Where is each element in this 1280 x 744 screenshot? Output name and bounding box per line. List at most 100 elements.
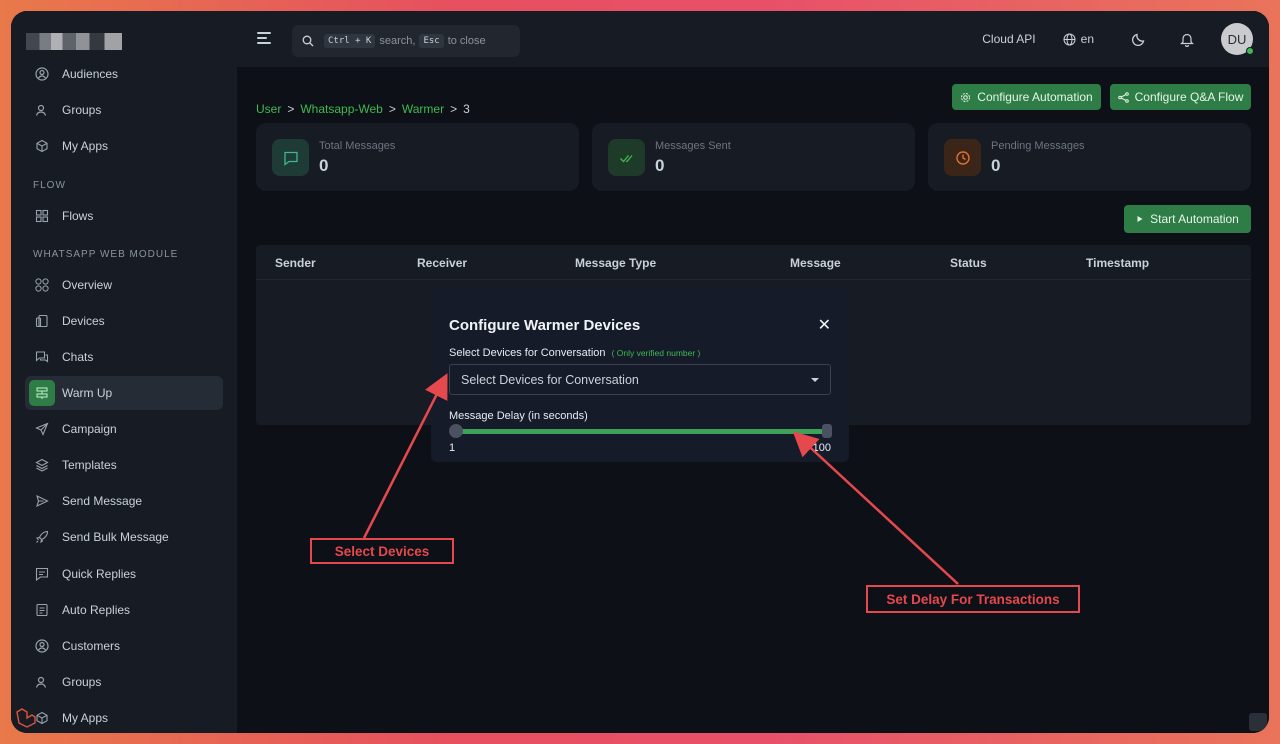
bell-icon[interactable] (1180, 32, 1194, 47)
sidebar-item-campaign[interactable]: Campaign (25, 412, 223, 446)
user-circle-icon (35, 67, 49, 81)
breadcrumb-item[interactable]: Whatsapp-Web (300, 102, 382, 116)
sidebar-item-label: Auto Replies (62, 603, 131, 617)
brand-logo[interactable] (26, 33, 122, 50)
search-icon (302, 35, 314, 47)
clock-icon (944, 139, 981, 176)
section-label-flow: FLOW (33, 180, 66, 191)
topbar-right: Cloud API en DU (982, 11, 1269, 67)
overview-icon (35, 278, 49, 292)
button-label: Configure Q&A Flow (1134, 90, 1244, 104)
sidebar-item-label: Customers (62, 639, 121, 653)
warmup-icon (29, 380, 55, 406)
column-header[interactable]: Status (950, 256, 987, 270)
column-header[interactable]: Message (790, 256, 841, 270)
message-icon (272, 139, 309, 176)
globe-icon (1063, 33, 1076, 46)
sidebar-item-label: My Apps (62, 139, 109, 153)
sidebar-item-templates[interactable]: Templates (25, 448, 223, 482)
breadcrumb-current: 3 (463, 102, 470, 116)
section-label-whatsapp: WHATSAPP WEB MODULE (33, 249, 179, 260)
menu-toggle-icon[interactable] (257, 32, 271, 44)
slider-min-handle[interactable] (449, 424, 463, 438)
sidebar-item-my-apps-2[interactable]: My Apps (25, 701, 223, 733)
breadcrumb-item[interactable]: Warmer (402, 102, 444, 116)
column-header[interactable]: Sender (275, 256, 316, 270)
devices-select-placeholder: Select Devices for Conversation (461, 372, 639, 387)
sidebar-item-label: Overview (62, 278, 113, 292)
sidebar-item-customers[interactable]: Customers (25, 629, 223, 663)
callout-select-devices: Select Devices (310, 538, 454, 564)
topbar: Ctrl + K search, Esc to close Cloud API … (237, 11, 1269, 67)
search-hint: search, (379, 35, 416, 47)
sidebar-item-warm-up[interactable]: Warm Up (25, 376, 223, 410)
sidebar-item-label: Campaign (62, 422, 117, 436)
layers-icon (35, 458, 49, 472)
double-check-icon (608, 139, 645, 176)
stat-label: Total Messages (319, 140, 396, 152)
stat-value: 0 (319, 156, 329, 175)
sidebar-item-send-bulk-message[interactable]: Send Bulk Message (25, 520, 223, 554)
shortcut-key: Esc (419, 34, 444, 48)
close-icon[interactable]: ✕ (818, 315, 831, 335)
sidebar-item-send-message[interactable]: Send Message (25, 484, 223, 518)
stat-card-pending-messages: Pending Messages 0 (928, 123, 1251, 191)
column-header[interactable]: Timestamp (1086, 256, 1149, 270)
stat-value: 0 (991, 156, 1001, 175)
sidebar-item-label: Quick Replies (62, 567, 137, 581)
chevron-down-icon (811, 378, 819, 382)
send-arrow-icon (35, 422, 49, 436)
sidebar-item-quick-replies[interactable]: Quick Replies (25, 557, 223, 591)
delay-max-value: 100 (812, 442, 831, 454)
configure-warmer-modal: Configure Warmer Devices ✕ Select Device… (431, 289, 849, 462)
breadcrumb: User > Whatsapp-Web > Warmer >3 (256, 102, 470, 116)
devices-field-label: Select Devices for Conversation ( Only v… (449, 347, 700, 359)
play-send-icon (35, 494, 49, 508)
breadcrumb-item[interactable]: User (256, 102, 281, 116)
table-header: Sender Receiver Message Type Message Sta… (256, 245, 1251, 280)
moon-icon[interactable] (1132, 32, 1146, 46)
avatar-initials: DU (1227, 31, 1247, 47)
devices-select[interactable]: Select Devices for Conversation (449, 364, 831, 395)
stat-card-messages-sent: Messages Sent 0 (592, 123, 915, 191)
sidebar-item-groups-2[interactable]: Groups (25, 665, 223, 699)
stat-card-total-messages: Total Messages 0 (256, 123, 579, 191)
stat-value: 0 (655, 156, 665, 175)
sidebar-item-devices[interactable]: Devices (25, 304, 223, 338)
start-automation-button[interactable]: Start Automation (1124, 205, 1251, 233)
users-icon (35, 675, 49, 689)
callout-set-delay: Set Delay For Transactions (866, 585, 1080, 613)
stat-label: Messages Sent (655, 140, 731, 152)
sidebar-item-auto-replies[interactable]: Auto Replies (25, 593, 223, 627)
column-header[interactable]: Receiver (417, 256, 467, 270)
cloud-api-link[interactable]: Cloud API (982, 32, 1035, 46)
sidebar-item-label: Groups (62, 675, 102, 689)
delay-min-value: 1 (449, 442, 456, 454)
sidebar: Audiences Groups My Apps FLOW Flows WHAT… (11, 11, 237, 733)
sidebar-item-groups[interactable]: Groups (25, 93, 223, 127)
avatar[interactable]: DU (1221, 23, 1254, 55)
sidebar-item-my-apps[interactable]: My Apps (25, 129, 223, 163)
sidebar-item-chats[interactable]: Chats (25, 340, 223, 374)
sidebar-item-label: Warm Up (62, 386, 113, 400)
slider-max-handle[interactable] (822, 424, 832, 438)
rocket-icon (35, 530, 49, 544)
verified-note: ( Only verified number ) (611, 348, 701, 358)
sidebar-item-label: Devices (62, 314, 105, 328)
configure-automation-button[interactable]: Configure Automation (952, 84, 1101, 110)
search-hint: to close (447, 35, 486, 47)
delay-range-slider[interactable] (449, 424, 832, 438)
devices-icon (35, 314, 49, 328)
column-header[interactable]: Message Type (575, 256, 656, 270)
document-icon (35, 603, 49, 617)
search-input[interactable]: Ctrl + K search, Esc to close (292, 25, 520, 57)
sidebar-item-audiences[interactable]: Audiences (25, 57, 223, 91)
user-circle-icon (35, 639, 49, 653)
sidebar-item-flows[interactable]: Flows (25, 199, 223, 233)
language-switcher[interactable]: en (1063, 32, 1094, 46)
configure-qa-flow-button[interactable]: Configure Q&A Flow (1110, 84, 1251, 110)
cube-icon (35, 139, 49, 153)
sidebar-item-label: Chats (62, 350, 94, 364)
scrollbar-corner (1249, 713, 1267, 731)
sidebar-item-overview[interactable]: Overview (25, 268, 223, 302)
